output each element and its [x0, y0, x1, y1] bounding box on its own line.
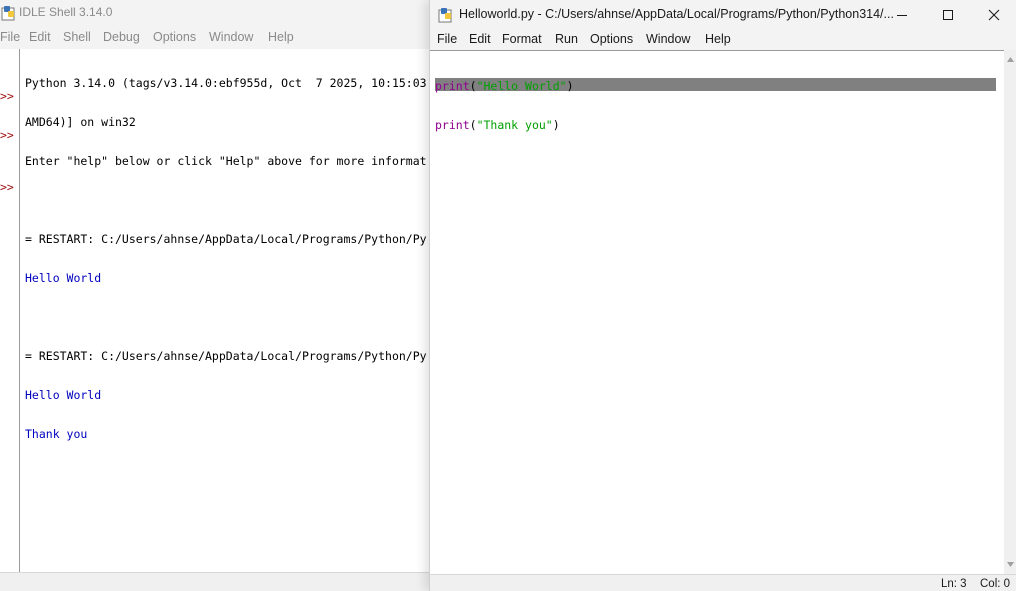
editor-text-area[interactable]: print("Hello World") print("Thank you"): [430, 50, 1004, 575]
editor-menu-format[interactable]: Format: [502, 32, 542, 46]
shell-menu-help[interactable]: Help: [268, 30, 294, 44]
shell-menu-debug[interactable]: Debug: [103, 30, 140, 44]
builtin-print: print: [435, 118, 470, 132]
status-line-number: Ln: 3: [941, 578, 967, 590]
maximize-button[interactable]: [925, 0, 971, 29]
code-line: print("Hello World"): [435, 80, 1000, 93]
minimize-icon: [897, 14, 907, 16]
shell-menu-edit[interactable]: Edit: [29, 30, 51, 44]
editor-vertical-scrollbar[interactable]: [1004, 50, 1016, 574]
editor-status-bar: Ln: 3 Col: 0: [430, 574, 1016, 591]
shell-titlebar[interactable]: IDLE Shell 3.14.0: [0, 0, 440, 26]
code-line: print("Thank you"): [435, 119, 1000, 132]
editor-window-title: Helloworld.py - C:/Users/ahnse/AppData/L…: [459, 7, 894, 21]
shell-menubar: File Edit Shell Debug Options Window Hel…: [0, 26, 440, 48]
shell-menu-window[interactable]: Window: [209, 30, 253, 44]
shell-line: Enter "help" below or click "Help" above…: [25, 154, 427, 168]
shell-status-bar: [0, 572, 440, 591]
string-literal: "Hello World": [476, 79, 567, 93]
editor-menu-file[interactable]: File: [437, 32, 457, 46]
shell-restart-line: = RESTART: C:/Users/ahnse/AppData/Local/…: [25, 232, 427, 246]
close-button[interactable]: [971, 0, 1016, 29]
shell-menu-options[interactable]: Options: [153, 30, 196, 44]
editor-code: print("Hello World") print("Thank you"): [435, 53, 1000, 158]
shell-window-title: IDLE Shell 3.14.0: [19, 5, 113, 19]
shell-output-line: Hello World: [25, 271, 102, 285]
maximize-icon: [943, 9, 953, 20]
shell-line: AMD64)] on win32: [25, 115, 136, 129]
paren-close: ): [566, 79, 574, 93]
editor-window: Helloworld.py - C:/Users/ahnse/AppData/L…: [429, 0, 1016, 591]
python-idle-icon: [1, 6, 15, 21]
shell-prompt: >>: [0, 180, 14, 194]
shell-text-area[interactable]: >> >> >> Python 3.14.0 (tags/v3.14.0:ebf…: [0, 49, 440, 572]
builtin-print: print: [435, 79, 470, 93]
editor-menu-run[interactable]: Run: [555, 32, 578, 46]
minimize-button[interactable]: [879, 0, 925, 29]
shell-prompt: >>: [0, 89, 14, 103]
scroll-down-arrow-icon[interactable]: [1006, 560, 1015, 569]
shell-line: Python 3.14.0 (tags/v3.14.0:ebf955d, Oct…: [25, 76, 427, 90]
status-column-number: Col: 0: [980, 578, 1011, 590]
paren-close: ): [552, 118, 560, 132]
shell-output-line: Thank you: [25, 427, 88, 441]
shell-output: Python 3.14.0 (tags/v3.14.0:ebf955d, Oct…: [25, 49, 445, 572]
desktop: IDLE Shell 3.14.0 File Edit Shell Debug …: [0, 0, 1016, 591]
close-icon: [988, 9, 1000, 20]
editor-menu-window[interactable]: Window: [646, 32, 690, 46]
string-literal: "Thank you": [476, 118, 553, 132]
shell-restart-line: = RESTART: C:/Users/ahnse/AppData/Local/…: [25, 349, 427, 363]
scroll-up-arrow-icon[interactable]: [1006, 55, 1015, 64]
shell-output-line: Hello World: [25, 388, 102, 402]
python-idle-icon: [438, 8, 452, 23]
shell-prompt-gutter: >> >> >>: [0, 49, 20, 572]
shell-prompt: >>: [0, 128, 14, 142]
editor-menu-options[interactable]: Options: [590, 32, 633, 46]
editor-menu-help[interactable]: Help: [705, 32, 731, 46]
editor-titlebar[interactable]: Helloworld.py - C:/Users/ahnse/AppData/L…: [430, 0, 1016, 29]
paren-open: (: [469, 118, 477, 132]
editor-menubar: File Edit Format Run Options Window Help: [430, 29, 1016, 50]
shell-window: IDLE Shell 3.14.0 File Edit Shell Debug …: [0, 0, 440, 591]
shell-menu-file[interactable]: File: [0, 30, 20, 44]
paren-open: (: [469, 79, 477, 93]
shell-menu-shell[interactable]: Shell: [63, 30, 91, 44]
editor-menu-edit[interactable]: Edit: [469, 32, 491, 46]
